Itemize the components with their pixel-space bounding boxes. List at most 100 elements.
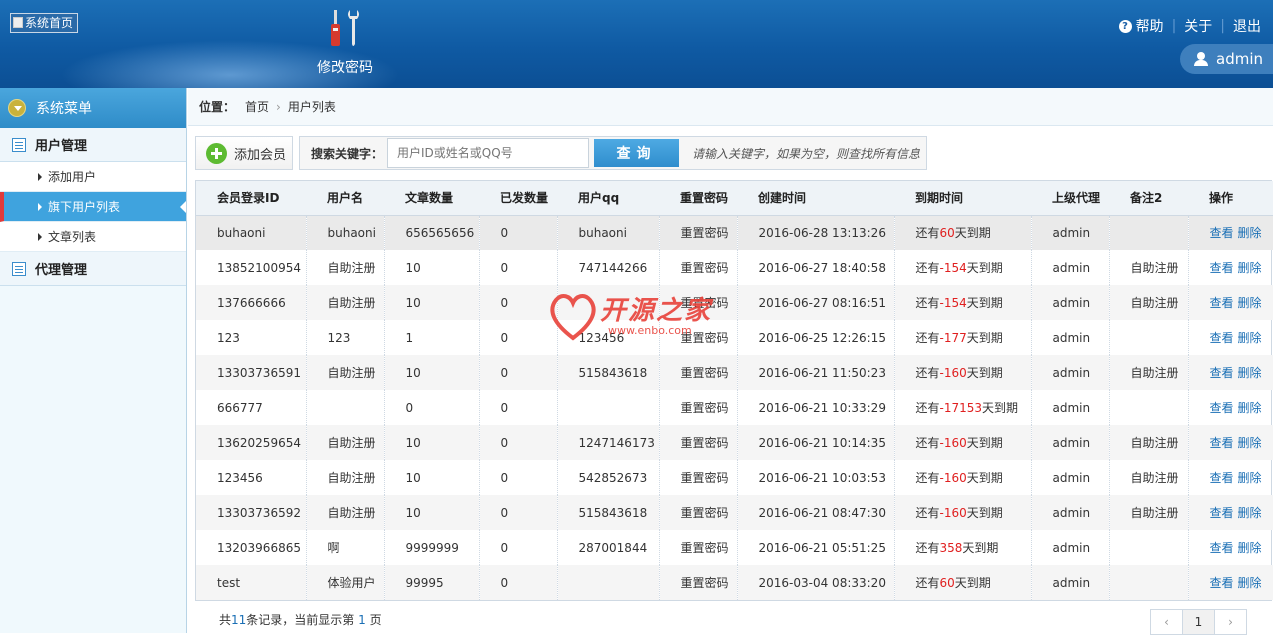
reset-password-link[interactable]: 重置密码 bbox=[658, 215, 737, 250]
col-header: 到期时间 bbox=[894, 181, 1031, 216]
about-link[interactable]: 关于 bbox=[1184, 16, 1212, 36]
cell-article-count: 10 bbox=[383, 460, 479, 495]
delete-link[interactable]: 删除 bbox=[1238, 576, 1262, 590]
view-link[interactable]: 查看 bbox=[1210, 401, 1234, 415]
expiry-prefix: 还有 bbox=[915, 296, 940, 310]
breadcrumb-home[interactable]: 首页 bbox=[245, 98, 269, 115]
col-header: 上级代理 bbox=[1031, 181, 1109, 216]
cell-actions: 查看 删除 bbox=[1187, 320, 1273, 355]
view-link[interactable]: 查看 bbox=[1210, 576, 1234, 590]
view-link[interactable]: 查看 bbox=[1210, 506, 1234, 520]
reset-password-link[interactable]: 重置密码 bbox=[658, 355, 737, 390]
expiry-days: -160 bbox=[939, 366, 967, 380]
cell-actions: 查看 删除 bbox=[1187, 285, 1273, 320]
delete-link[interactable]: 删除 bbox=[1238, 471, 1262, 485]
view-link[interactable]: 查看 bbox=[1210, 436, 1234, 450]
delete-link[interactable]: 删除 bbox=[1238, 296, 1262, 310]
reset-password-link[interactable]: 重置密码 bbox=[658, 495, 737, 530]
cell-created-time: 2016-06-21 11:50:23 bbox=[736, 355, 894, 390]
change-password-tool[interactable]: 修改密码 bbox=[310, 8, 380, 77]
view-link[interactable]: 查看 bbox=[1210, 261, 1234, 275]
cell-remark: 自助注册 bbox=[1108, 250, 1188, 285]
cell-remark bbox=[1108, 215, 1188, 250]
sidebar: 系统菜单 用户管理 添加用户 旗下用户列表 文章列表 代理管理 bbox=[0, 88, 187, 633]
delete-link[interactable]: 删除 bbox=[1238, 436, 1262, 450]
delete-link[interactable]: 删除 bbox=[1238, 331, 1262, 345]
cell-sent-count: 0 bbox=[478, 565, 557, 600]
cell-agent: admin bbox=[1030, 320, 1109, 355]
cell-created-time: 2016-06-27 18:40:58 bbox=[736, 250, 894, 285]
delete-link[interactable]: 删除 bbox=[1238, 506, 1262, 520]
search-hint: 请输入关键字，如果为空，则查找所有信息 bbox=[692, 146, 921, 161]
cell-remark bbox=[1108, 390, 1188, 425]
cell-actions: 查看 删除 bbox=[1187, 425, 1273, 460]
reset-password-link[interactable]: 重置密码 bbox=[658, 320, 737, 355]
expiry-days: -177 bbox=[939, 331, 967, 345]
add-member-button[interactable]: 添加会员 bbox=[195, 136, 293, 170]
reset-password-link[interactable]: 重置密码 bbox=[658, 390, 737, 425]
user-badge[interactable]: admin bbox=[1180, 44, 1273, 74]
cell-created-time: 2016-06-27 08:16:51 bbox=[736, 285, 894, 320]
cell-article-count: 99995 bbox=[383, 565, 479, 600]
summary-mid: 条记录，当前显示第 bbox=[246, 613, 355, 627]
cell-username: 123 bbox=[305, 320, 384, 355]
help-link[interactable]: 帮助 bbox=[1136, 16, 1164, 36]
cell-login-id: test bbox=[196, 565, 306, 600]
view-link[interactable]: 查看 bbox=[1210, 226, 1234, 240]
cell-login-id: 137666666 bbox=[196, 285, 306, 320]
cell-agent: admin bbox=[1030, 460, 1109, 495]
sidebar-item-label: 文章列表 bbox=[48, 230, 97, 244]
delete-link[interactable]: 删除 bbox=[1238, 541, 1262, 555]
next-page-button[interactable]: › bbox=[1214, 609, 1247, 635]
delete-link[interactable]: 删除 bbox=[1238, 261, 1262, 275]
reset-password-link[interactable]: 重置密码 bbox=[658, 285, 737, 320]
cell-agent: admin bbox=[1030, 530, 1109, 565]
expiry-suffix: 天到期 bbox=[966, 261, 1003, 275]
group-agent-management[interactable]: 代理管理 bbox=[0, 252, 186, 286]
reset-password-link[interactable]: 重置密码 bbox=[658, 460, 737, 495]
search-input[interactable] bbox=[387, 138, 590, 168]
group-user-management[interactable]: 用户管理 bbox=[0, 128, 186, 162]
cell-expiry: 还有-154天到期 bbox=[893, 285, 1031, 320]
top-header: 系统首页 修改密码 ? 帮助 | 关于 | 退出 admin bbox=[0, 0, 1273, 88]
cell-article-count: 1 bbox=[383, 320, 479, 355]
delete-link[interactable]: 删除 bbox=[1238, 226, 1262, 240]
user-icon bbox=[1194, 52, 1208, 66]
view-link[interactable]: 查看 bbox=[1210, 331, 1234, 345]
reset-password-link[interactable]: 重置密码 bbox=[658, 530, 737, 565]
sidebar-item-add-user[interactable]: 添加用户 bbox=[0, 162, 186, 192]
delete-link[interactable]: 删除 bbox=[1238, 366, 1262, 380]
reset-password-link[interactable]: 重置密码 bbox=[658, 250, 737, 285]
view-link[interactable]: 查看 bbox=[1210, 541, 1234, 555]
expiry-days: 60 bbox=[939, 576, 955, 590]
cell-article-count: 10 bbox=[383, 250, 479, 285]
cell-agent: admin bbox=[1030, 215, 1109, 250]
reset-password-link[interactable]: 重置密码 bbox=[658, 425, 737, 460]
cell-expiry: 还有-154天到期 bbox=[893, 250, 1031, 285]
sidebar-item-article-list[interactable]: 文章列表 bbox=[0, 222, 186, 252]
view-link[interactable]: 查看 bbox=[1210, 296, 1234, 310]
cell-article-count: 10 bbox=[383, 285, 479, 320]
sidebar-item-label: 添加用户 bbox=[48, 170, 97, 184]
logout-link[interactable]: 退出 bbox=[1233, 16, 1261, 36]
cell-agent: admin bbox=[1030, 390, 1109, 425]
sidebar-item-user-list[interactable]: 旗下用户列表 bbox=[0, 192, 186, 222]
page-1-button[interactable]: 1 bbox=[1182, 609, 1215, 635]
caret-right-icon bbox=[38, 172, 42, 181]
sidebar-header[interactable]: 系统菜单 bbox=[0, 88, 186, 128]
cell-username: 自助注册 bbox=[305, 250, 384, 285]
sidebar-title: 系统菜单 bbox=[36, 101, 92, 117]
search-button[interactable]: 查询 bbox=[594, 139, 680, 167]
record-summary: 共11条记录，当前显示第 1 页 bbox=[219, 611, 382, 628]
prev-page-button[interactable]: ‹ bbox=[1150, 609, 1183, 635]
search-label: 搜索关键字： bbox=[311, 146, 384, 161]
cell-sent-count: 0 bbox=[478, 460, 557, 495]
cell-expiry: 还有60天到期 bbox=[893, 565, 1031, 600]
delete-link[interactable]: 删除 bbox=[1238, 401, 1262, 415]
plus-icon bbox=[206, 142, 227, 164]
reset-password-link[interactable]: 重置密码 bbox=[658, 565, 737, 600]
view-link[interactable]: 查看 bbox=[1210, 471, 1234, 485]
view-link[interactable]: 查看 bbox=[1210, 366, 1234, 380]
cell-expiry: 还有-160天到期 bbox=[893, 425, 1031, 460]
home-logo[interactable]: 系统首页 bbox=[10, 13, 78, 33]
